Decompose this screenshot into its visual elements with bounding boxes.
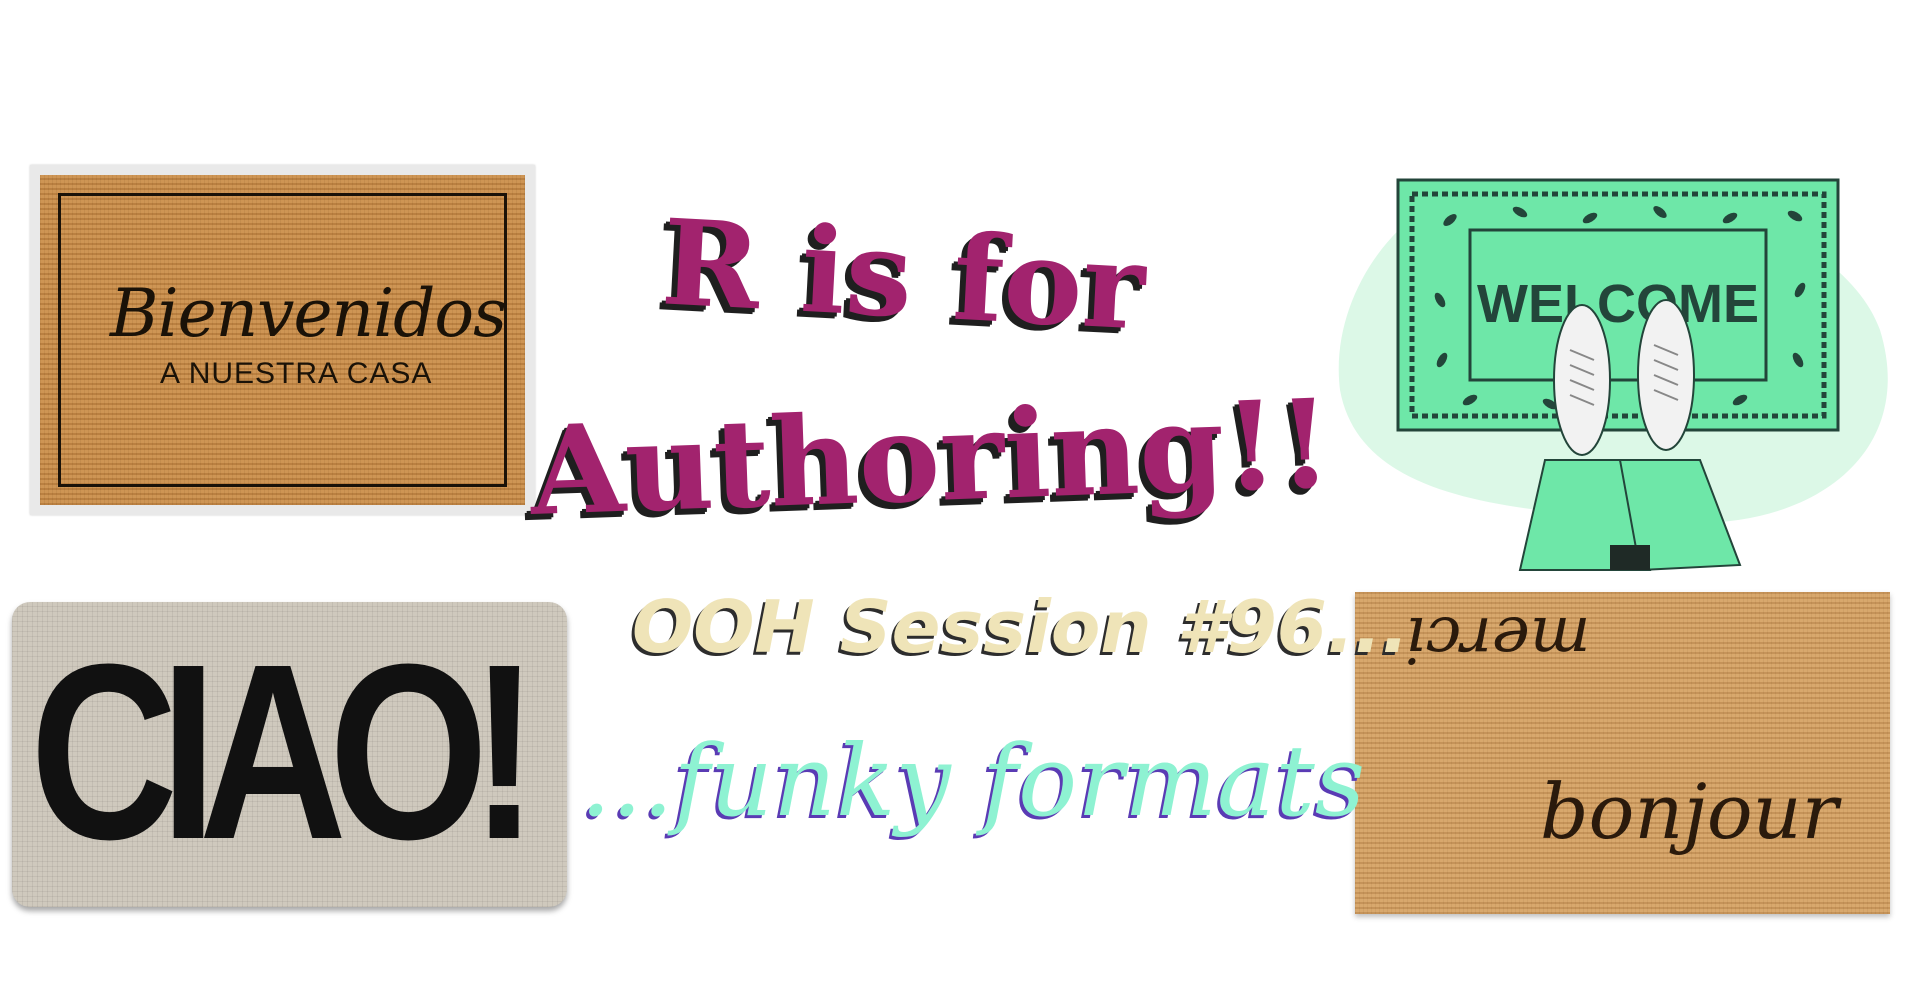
bienvenidos-doormat: Bienvenidos A NUESTRA CASA bbox=[30, 165, 535, 515]
headline-line-2: Authoring!! bbox=[527, 371, 1334, 543]
nuestra-casa-text: A NUESTRA CASA bbox=[160, 357, 433, 390]
ciao-text: CIAO! bbox=[30, 612, 539, 891]
headline-line-1: R is for bbox=[658, 192, 1149, 357]
formats-subtitle: ...funky formats bbox=[580, 725, 1366, 839]
ciao-doormat: CIAO! bbox=[12, 602, 567, 907]
welcome-doormat-illustration: WELCOME bbox=[1338, 178, 1888, 572]
coir-texture: Bienvenidos A NUESTRA CASA bbox=[40, 175, 525, 505]
bienvenidos-text: Bienvenidos bbox=[110, 275, 507, 352]
merci-text: merci bbox=[1405, 602, 1591, 676]
bonjour-text: bonjour bbox=[1540, 767, 1838, 856]
merci-bonjour-doormat: merci bonjour bbox=[1355, 592, 1890, 914]
welcome-text: WELCOME bbox=[1477, 274, 1759, 334]
session-subtitle: OOH Session #96... bbox=[632, 585, 1409, 669]
